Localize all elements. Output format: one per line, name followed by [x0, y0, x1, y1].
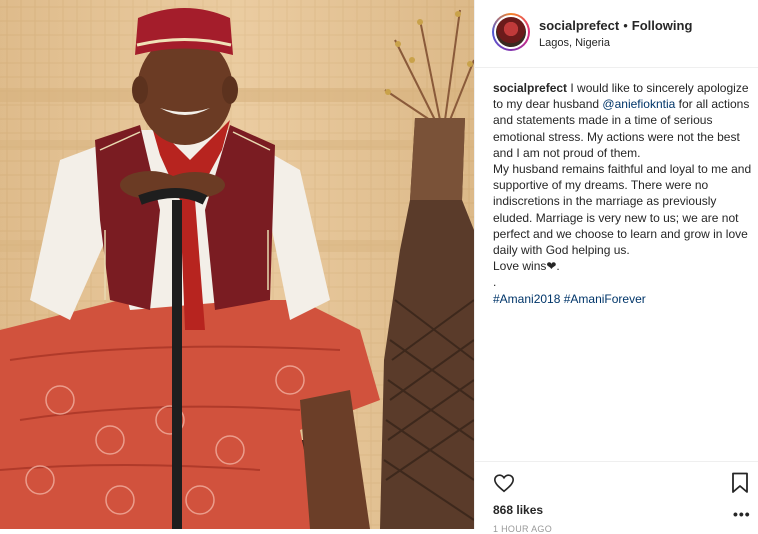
location-link[interactable]: Lagos, Nigeria	[539, 37, 610, 49]
likes-count[interactable]: 868 likes	[493, 503, 543, 517]
more-options-icon[interactable]: •••	[733, 506, 751, 522]
post-photo[interactable]	[0, 0, 474, 529]
caption-hashtags: #Amani2018 #AmaniForever	[493, 291, 755, 307]
post-header: socialprefect • Following Lagos, Nigeria	[475, 0, 758, 68]
caption-mention[interactable]: @aniefiokntia	[602, 97, 675, 111]
hashtag-amaniforever[interactable]: #AmaniForever	[564, 292, 646, 306]
heart-icon[interactable]	[493, 472, 515, 494]
photo-illustration	[0, 0, 474, 529]
bookmark-icon[interactable]	[731, 472, 749, 494]
post-actions: 868 likes ••• 1 HOUR AGO	[475, 461, 758, 534]
caption-love-wins: Love wins❤.	[493, 259, 560, 274]
following-button[interactable]: Following	[632, 18, 693, 33]
header-line: socialprefect • Following	[539, 18, 692, 33]
avatar-image	[496, 17, 526, 47]
post-timestamp: 1 HOUR AGO	[493, 524, 553, 534]
header-username[interactable]: socialprefect	[539, 18, 619, 33]
caption-dot: .	[493, 275, 497, 290]
header-separator: •	[623, 18, 628, 33]
caption-paragraph: socialprefect I would like to sincerely …	[493, 80, 755, 161]
avatar[interactable]	[492, 13, 530, 51]
caption-paragraph-2: My husband remains faithful and loyal to…	[493, 162, 752, 258]
post-sidebar: socialprefect • Following Lagos, Nigeria s…	[475, 0, 758, 534]
hashtag-amani2018[interactable]: #Amani2018	[493, 292, 560, 306]
caption-username[interactable]: socialprefect	[493, 81, 567, 95]
post-caption: socialprefect I would like to sincerely …	[493, 80, 755, 307]
